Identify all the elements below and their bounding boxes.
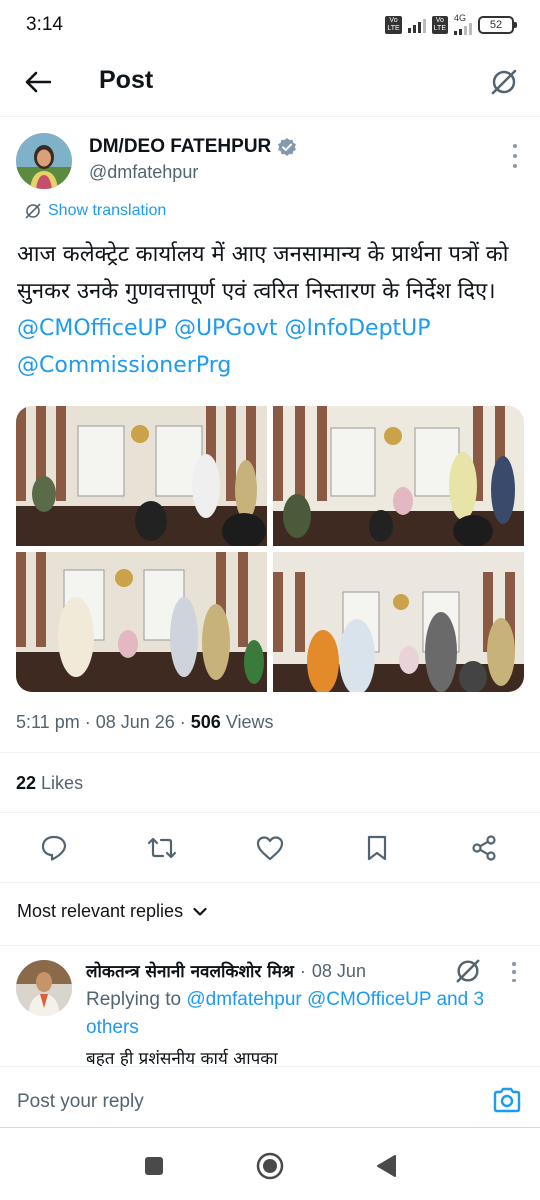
- mention-link[interactable]: @CommissionerPrg: [17, 353, 231, 378]
- mention-link[interactable]: @CMOfficeUP: [17, 316, 167, 341]
- avatar-image: [16, 133, 72, 189]
- likes-link[interactable]: 22 Likes: [16, 773, 83, 794]
- reply-input[interactable]: Post your reply: [17, 1091, 144, 1113]
- reply-more-button[interactable]: [510, 962, 518, 982]
- photo-grid: [16, 406, 524, 692]
- volte-icon: Vo LTE: [385, 15, 402, 34]
- battery-level: 52: [489, 18, 503, 31]
- chevron-down-icon: [193, 907, 207, 916]
- slash-circle-icon: [491, 69, 517, 95]
- author-name-text: DM/DEO FATEHPUR: [89, 136, 272, 157]
- header: Post: [0, 52, 540, 112]
- signal-icon: [407, 17, 426, 33]
- post-time: 5:11 pm: [16, 712, 80, 732]
- show-translation-label: Show translation: [48, 202, 167, 219]
- network-type: 4G: [454, 13, 467, 23]
- verified-badge-icon: [278, 138, 297, 156]
- photo-3[interactable]: [16, 552, 267, 692]
- reply-button[interactable]: [32, 826, 76, 870]
- share-icon: [472, 835, 496, 861]
- home-button[interactable]: [256, 1152, 284, 1180]
- reply-author-name[interactable]: लोकतन्त्र सेनानी नवलकिशोर मिश्र: [86, 959, 294, 982]
- grok-button[interactable]: [484, 62, 524, 102]
- back-button[interactable]: [20, 64, 56, 100]
- action-bar: [0, 826, 540, 870]
- slash-circle-icon: [456, 959, 480, 983]
- post-meta: 5:11 pm · 08 Jun 26 · 506 Views: [16, 712, 274, 732]
- views-label: Views: [225, 712, 274, 732]
- post-text: आज कलेक्ट्रेट कार्यालय में आए जनसामान्य …: [17, 236, 522, 384]
- triangle-back-icon: [377, 1155, 396, 1177]
- likes-label: Likes: [41, 773, 84, 793]
- post-body: आज कलेक्ट्रेट कार्यालय में आए जनसामान्य …: [17, 242, 509, 304]
- reply-composer[interactable]: Post your reply: [0, 1066, 540, 1128]
- repost-button[interactable]: [140, 826, 184, 870]
- mention-link[interactable]: @UPGovt: [174, 316, 278, 341]
- square-icon: [145, 1157, 163, 1175]
- replying-prefix: Replying to: [86, 989, 182, 1010]
- sort-label: Most relevant replies: [17, 901, 184, 921]
- author-avatar[interactable]: [16, 133, 72, 189]
- divider: [0, 752, 540, 753]
- arrow-left-icon: [25, 71, 51, 93]
- replying-to: Replying to @dmfatehpur @CMOfficeUP and …: [86, 986, 526, 1042]
- likes-count: 22: [16, 773, 37, 793]
- author-handle[interactable]: @dmfatehpur: [89, 162, 198, 183]
- author-name[interactable]: DM/DEO FATEHPUR: [89, 136, 297, 158]
- status-time: 3:14: [26, 14, 63, 35]
- photo-1[interactable]: [16, 406, 267, 546]
- bookmark-button[interactable]: [355, 826, 399, 870]
- repost-icon: [147, 837, 177, 859]
- grok-button[interactable]: [454, 957, 482, 985]
- reply-avatar[interactable]: [16, 960, 72, 1016]
- system-nav-bar: [0, 1130, 540, 1200]
- camera-button[interactable]: [492, 1087, 522, 1113]
- divider: [0, 945, 540, 946]
- divider: [0, 812, 540, 813]
- like-button[interactable]: [248, 826, 292, 870]
- divider: [0, 116, 540, 117]
- back-nav-button[interactable]: [372, 1152, 400, 1180]
- status-bar: 3:14 Vo LTE Vo LTE 4G 52: [0, 0, 540, 50]
- battery-icon: 52: [478, 15, 517, 34]
- photo-4[interactable]: [273, 552, 524, 692]
- replies-sort-dropdown[interactable]: Most relevant replies: [17, 901, 207, 922]
- heart-icon: [256, 836, 284, 861]
- post-date: 08 Jun 26: [95, 712, 175, 732]
- slash-circle-icon: [25, 203, 41, 219]
- share-button[interactable]: [462, 826, 506, 870]
- more-options-button[interactable]: [510, 144, 520, 168]
- views-count: 506: [190, 712, 221, 732]
- bookmark-icon: [367, 835, 387, 861]
- signal-icon: [454, 23, 472, 35]
- home-circle-icon: [256, 1152, 284, 1180]
- reply-header: लोकतन्त्र सेनानी नवलकिशोर मिश्र · 08 Jun: [86, 959, 366, 982]
- recents-button[interactable]: [140, 1152, 168, 1180]
- reply-date: 08 Jun: [311, 961, 366, 981]
- page-title: Post: [99, 66, 154, 94]
- show-translation-button[interactable]: Show translation: [24, 202, 166, 220]
- status-icons: Vo LTE Vo LTE 4G 52: [385, 13, 517, 35]
- photo-2[interactable]: [273, 406, 524, 546]
- divider: [0, 882, 540, 883]
- avatar-image: [16, 960, 72, 1016]
- comment-icon: [41, 835, 67, 861]
- volte-icon: Vo LTE: [431, 15, 448, 34]
- mention-link[interactable]: @InfoDeptUP: [284, 316, 430, 341]
- camera-icon: [493, 1087, 521, 1113]
